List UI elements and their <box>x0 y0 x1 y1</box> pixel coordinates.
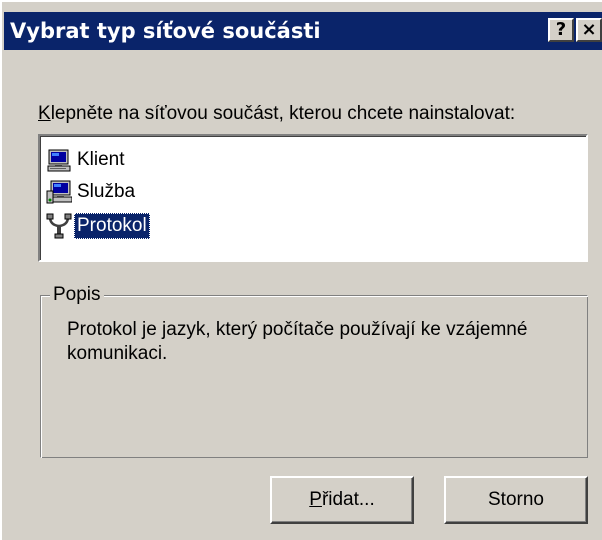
add-accelerator: P <box>309 489 322 510</box>
prompt-accelerator: K <box>38 103 51 124</box>
component-type-list[interactable]: Klient Služba Protokol <box>38 134 588 262</box>
help-button[interactable]: ? <box>548 18 574 42</box>
list-item-label: Klient <box>77 149 125 170</box>
list-item-client[interactable]: Klient <box>46 144 128 176</box>
description-text: Protokol je jazyk, který počítače použív… <box>67 319 528 364</box>
list-item-protocol[interactable]: Protokol <box>46 210 150 242</box>
group-legend: Popis <box>50 283 104 307</box>
protocol-cable-icon <box>46 213 72 239</box>
add-button[interactable]: Přidat... <box>270 476 414 524</box>
cancel-button[interactable]: Storno <box>444 476 588 524</box>
description-group: Popis Protokol je jazyk, který počítače … <box>40 283 588 458</box>
title-bar[interactable]: Vybrat typ síťové součásti ? × <box>4 12 602 50</box>
component-prompt-label: Klepněte na síťovou součást, kterou chce… <box>38 102 515 126</box>
list-item-service[interactable]: Služba <box>46 176 138 208</box>
dialog-window: Vybrat typ síťové součásti ? × Klepněte … <box>0 0 602 540</box>
list-item-label: Protokol <box>74 213 150 239</box>
prompt-text: lepněte na síťovou součást, kterou chcet… <box>50 103 516 124</box>
list-item-label: Služba <box>77 181 136 202</box>
add-label: řidat... <box>321 489 375 510</box>
client-computer-icon <box>46 147 72 173</box>
window-title: Vybrat typ síťové součásti <box>10 19 321 43</box>
service-computer-icon <box>46 179 73 205</box>
close-button[interactable]: × <box>576 18 602 42</box>
